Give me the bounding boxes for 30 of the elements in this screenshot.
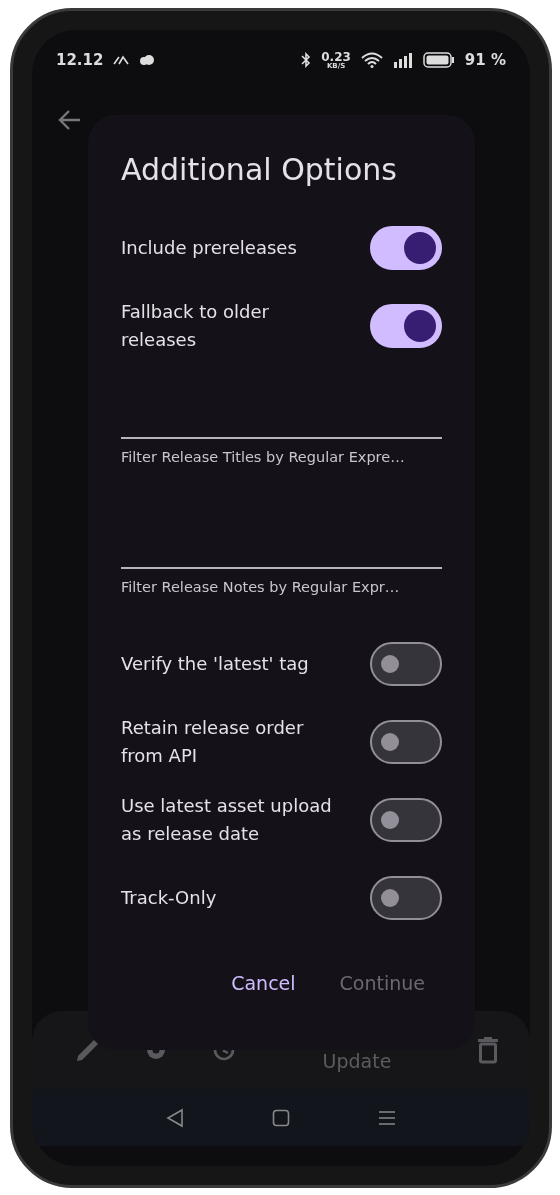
toggle-switch[interactable] [370,720,442,764]
toggle-switch[interactable] [370,798,442,842]
option-label: Include prereleases [121,236,297,260]
notification-icon [113,55,130,65]
signal-icon [392,52,413,68]
field-label: Filter Release Titles by Regular Expre… [121,448,406,467]
option-label: Fallback to older releases [121,300,270,352]
clock-time: 12.12 [56,51,104,69]
option-label: Track-Only [121,886,217,910]
dialog-title: Additional Options [121,151,398,189]
cloud-icon [139,54,156,66]
menu-icon[interactable] [378,1108,396,1127]
toggle-switch[interactable] [370,226,442,270]
battery-level: 91 % [464,51,506,69]
field-label: Filter Release Notes by Regular Expr… [121,578,401,597]
toggle-switch[interactable] [370,642,442,686]
toggle-switch[interactable] [370,304,442,348]
bluetooth-icon [301,52,312,68]
cancel-button[interactable]: Cancel [231,963,296,1003]
battery-icon [422,52,455,68]
back-icon[interactable] [166,1107,184,1128]
option-label: Use latest asset upload as release date [121,794,333,846]
network-speed: 0.23 [321,50,351,63]
option-label: Verify the 'latest' tag [121,652,309,676]
wifi-icon [360,52,383,68]
toggle-switch[interactable] [370,876,442,920]
home-icon[interactable] [272,1108,290,1127]
back-arrow-icon[interactable] [58,108,82,132]
option-label: Retain release order from API [121,716,305,768]
trash-icon[interactable] [476,1036,500,1064]
